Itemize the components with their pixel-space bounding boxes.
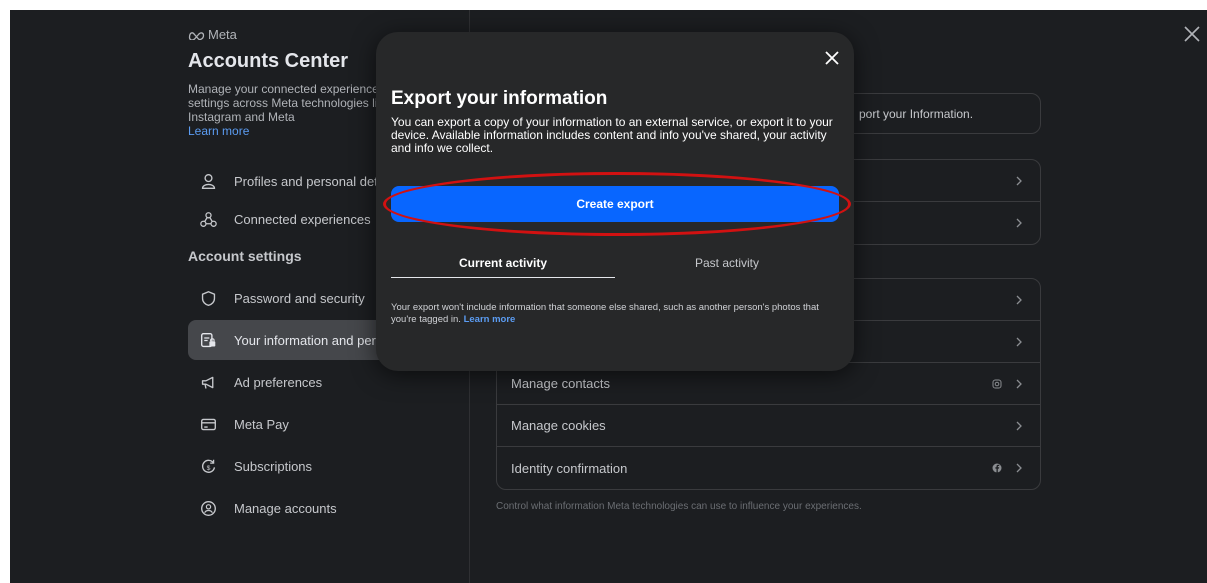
chevron-right-icon bbox=[1016, 295, 1022, 304]
id-card-icon bbox=[201, 332, 216, 347]
sidebar-item-label: Password and security bbox=[234, 290, 365, 306]
meta-logo-icon bbox=[188, 31, 205, 40]
facebook-icon bbox=[992, 463, 1002, 473]
sidebar-item-label: Profiles and personal details bbox=[234, 173, 398, 189]
sidebar-item-label: Manage accounts bbox=[234, 500, 337, 516]
meta-brand-name: Meta bbox=[208, 27, 237, 42]
tab-current-activity[interactable]: Current activity bbox=[391, 256, 615, 278]
modal-note-text: Your export won't include information th… bbox=[391, 302, 819, 325]
account-settings-heading: Account settings bbox=[188, 248, 302, 264]
export-info-text: port your Information. bbox=[859, 107, 974, 121]
accounts-center-screen: Meta Accounts Center Manage your connect… bbox=[10, 10, 1207, 583]
person-icon bbox=[201, 173, 216, 189]
connected-icon bbox=[200, 211, 217, 227]
svg-text:$: $ bbox=[207, 464, 211, 471]
subscription-icon: $ bbox=[201, 459, 216, 473]
modal-learn-more-link[interactable]: Learn more bbox=[464, 314, 516, 325]
row-label: Manage cookies bbox=[511, 418, 606, 433]
account-circle-icon bbox=[201, 500, 216, 516]
accounts-center-title: Accounts Center bbox=[188, 50, 349, 72]
sidebar-item-label: Ad preferences bbox=[234, 374, 323, 390]
sidebar-item-label: Subscriptions bbox=[234, 458, 313, 474]
megaphone-icon bbox=[201, 376, 214, 389]
row-manage-cookies[interactable]: Manage cookies bbox=[497, 405, 1040, 447]
page-close-icon[interactable] bbox=[1183, 25, 1201, 43]
row-label: Identity confirmation bbox=[511, 460, 628, 476]
close-icon[interactable] bbox=[824, 50, 840, 66]
export-information-modal: Export your information You can export a… bbox=[376, 32, 854, 371]
chevron-right-icon bbox=[1016, 379, 1022, 388]
chevron-right-icon bbox=[1016, 218, 1022, 228]
card-icon bbox=[201, 418, 216, 430]
sidebar-item-manage-accounts[interactable]: Manage accounts bbox=[188, 488, 458, 528]
chevron-right-icon bbox=[1016, 337, 1022, 346]
sidebar-item-label: Meta Pay bbox=[234, 416, 289, 432]
row-identity-confirmation[interactable]: Identity confirmation bbox=[497, 447, 1040, 489]
chevron-right-icon bbox=[1016, 421, 1022, 430]
sidebar-item-subscriptions[interactable]: $ Subscriptions bbox=[188, 446, 458, 486]
chevron-right-icon bbox=[1016, 176, 1022, 185]
meta-brand: Meta bbox=[188, 27, 237, 42]
modal-description: You can export a copy of your informatio… bbox=[391, 115, 833, 155]
tab-past-activity[interactable]: Past activity bbox=[615, 256, 839, 278]
chevron-right-icon bbox=[1016, 463, 1022, 473]
shield-icon bbox=[201, 290, 216, 306]
modal-title: Export your information bbox=[391, 88, 608, 109]
content-footnote: Control what information Meta technologi… bbox=[496, 501, 862, 512]
sidebar-item-label: Connected experiences bbox=[234, 211, 371, 227]
create-export-button[interactable]: Create export bbox=[391, 186, 839, 222]
modal-note: Your export won't include information th… bbox=[391, 302, 846, 326]
instagram-icon bbox=[992, 379, 1002, 388]
row-label: Manage contacts bbox=[511, 376, 611, 391]
sidebar-item-meta-pay[interactable]: Meta Pay bbox=[188, 404, 458, 444]
